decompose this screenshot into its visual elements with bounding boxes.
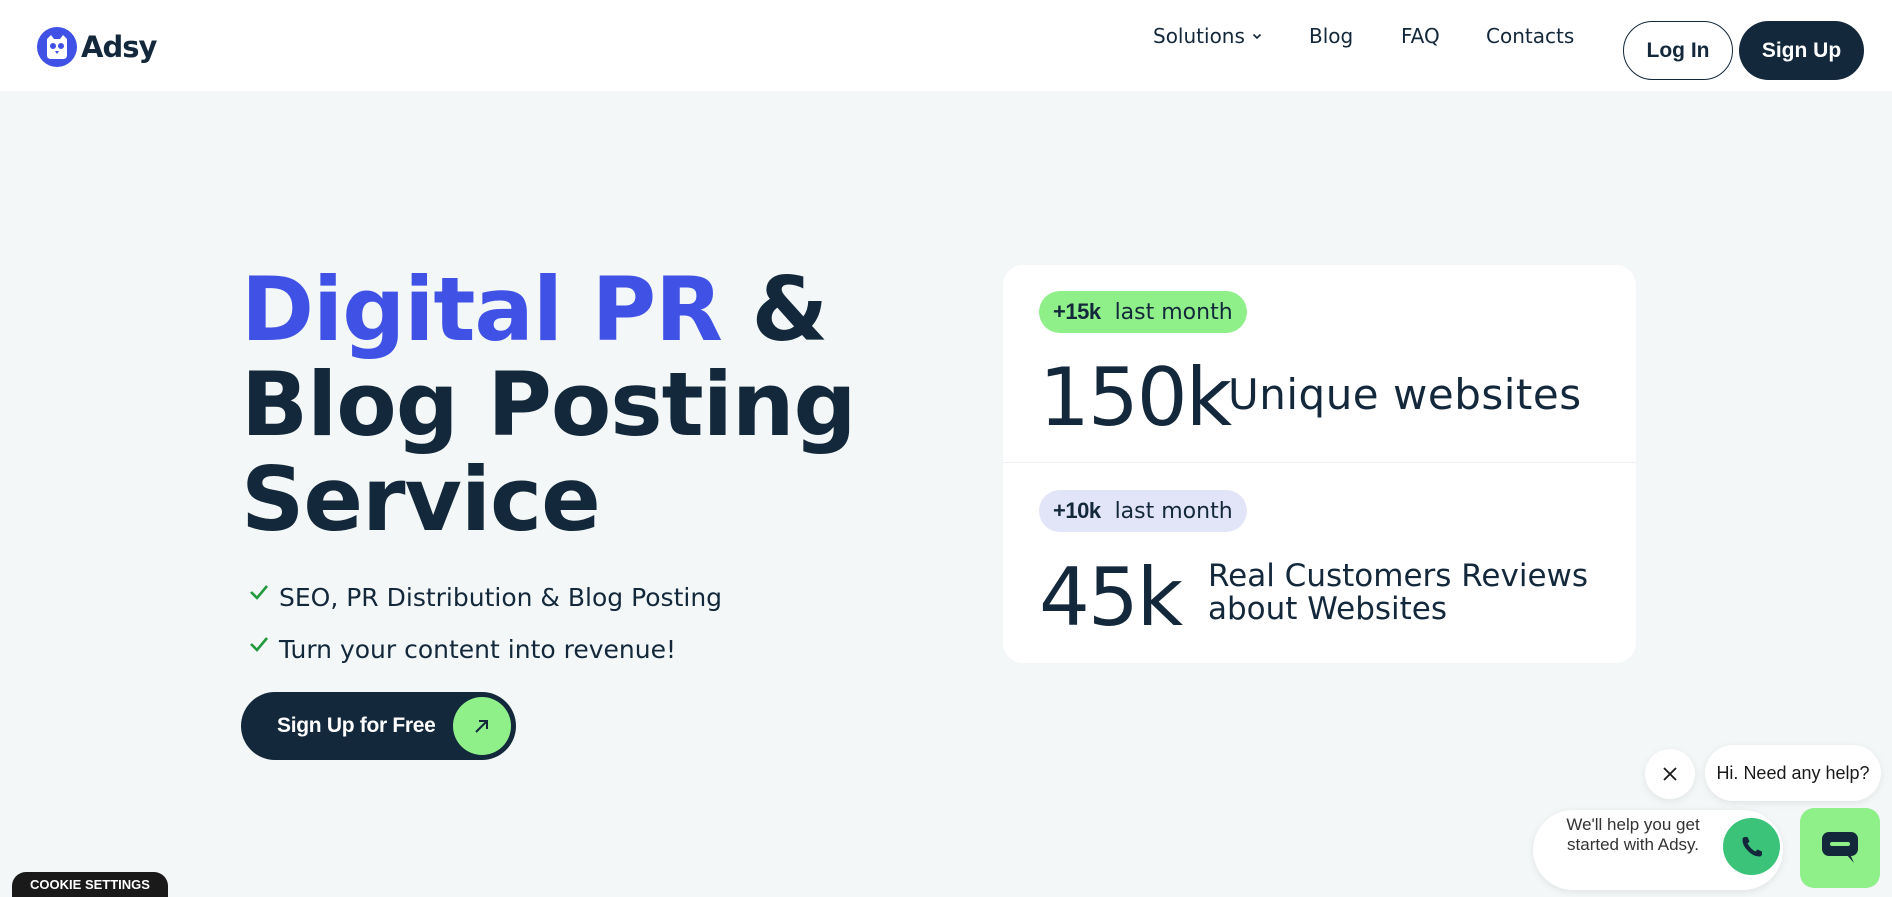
signup-free-button[interactable]: Sign Up for Free [241,692,516,760]
chat-close-button[interactable] [1645,749,1695,799]
stat-description-line2: about Websites [1208,591,1448,627]
logo-owl-icon [37,27,77,67]
signup-free-label: Sign Up for Free [277,714,436,737]
nav-faq[interactable]: FAQ [1401,24,1440,48]
stat-badge: +15k last month [1039,291,1247,333]
stat-description-line1: Real Customers Reviews [1208,558,1589,594]
chevron-down-icon [1252,33,1261,40]
feature-list: SEO, PR Distribution & Blog Posting Turn… [249,580,722,684]
feature-item: Turn your content into revenue! [249,632,722,666]
check-icon [250,585,268,600]
hero-title-line3: Service [241,448,601,551]
logo[interactable]: Adsy [37,26,157,68]
stat-reviews: +10k last month 45k Real Customers Revie… [1003,464,1636,663]
chat-open-button[interactable] [1800,808,1880,888]
nav-contacts[interactable]: Contacts [1486,24,1574,48]
stat-websites: +15k last month 150k Unique websites [1003,265,1636,463]
nav-blog[interactable]: Blog [1309,24,1353,48]
login-button[interactable]: Log In [1623,21,1733,80]
phone-icon [1741,836,1762,857]
feature-text: Turn your content into revenue! [279,634,676,664]
chat-phone-button[interactable] [1723,818,1780,875]
logo-text: Adsy [81,30,157,64]
check-icon [250,637,268,652]
stat-number: 45k [1039,551,1183,644]
hero-title-line2: Blog Posting [241,353,857,456]
nav-solutions[interactable]: Solutions [1153,24,1263,48]
site-header: Adsy Solutions Blog FAQ Contacts Log In … [0,0,1892,91]
stat-badge-value: +15k [1053,299,1101,324]
chat-help-text: We'll help you get started with Adsy. [1566,815,1700,854]
arrow-up-right-icon [453,697,511,755]
cookie-settings-button[interactable]: COOKIE SETTINGS [12,872,168,897]
hero-title: Digital PR & Blog Posting Service [241,262,881,547]
chat-greeting[interactable]: Hi. Need any help? [1705,745,1881,801]
signup-button[interactable]: Sign Up [1739,21,1864,80]
hero-title-amp: & [721,258,829,361]
stats-card: +15k last month 150k Unique websites +10… [1003,265,1636,663]
nav-solutions-label: Solutions [1153,24,1245,48]
feature-text: SEO, PR Distribution & Blog Posting [279,582,723,612]
stat-badge-text: last month [1114,299,1233,325]
chat-icon [1822,832,1858,863]
close-icon [1663,767,1677,781]
stat-description: Unique websites [1228,370,1582,419]
hero-title-accent: Digital PR [241,258,723,361]
feature-item: SEO, PR Distribution & Blog Posting [249,580,722,614]
stat-description: Real Customers Reviews about Websites [1208,560,1588,626]
stat-badge-text: last month [1114,498,1233,524]
hero-title-line1: Digital PR & [241,262,881,357]
stat-number: 150k [1039,351,1232,444]
stat-badge: +10k last month [1039,490,1247,532]
stat-badge-value: +10k [1053,498,1101,523]
